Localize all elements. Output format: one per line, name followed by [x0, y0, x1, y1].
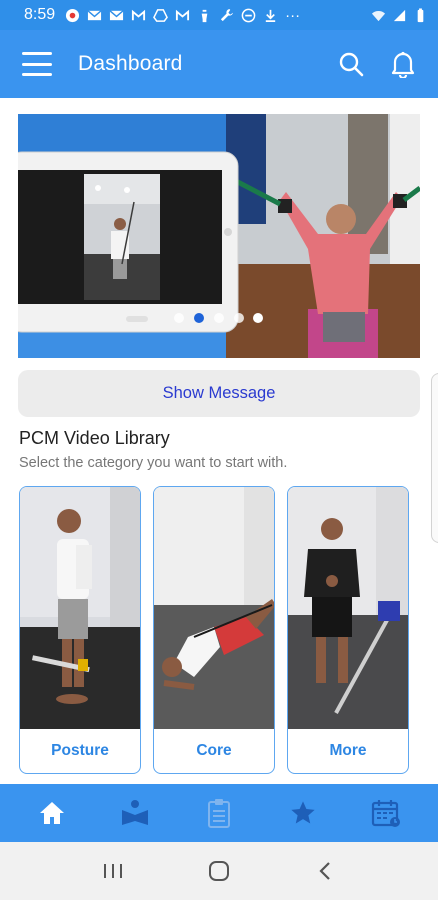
app-notification-icon	[66, 8, 80, 22]
category-label: Posture	[51, 742, 109, 759]
wrench-icon	[221, 8, 234, 21]
category-card-core[interactable]: Core	[153, 486, 275, 774]
nav-favorites[interactable]	[273, 788, 333, 838]
more-photo	[288, 487, 408, 729]
search-icon[interactable]	[338, 51, 364, 77]
category-card-posture[interactable]: Posture	[19, 486, 141, 774]
home-circle-icon	[209, 861, 229, 881]
chess-icon	[201, 9, 208, 22]
battery-icon	[417, 7, 424, 22]
reading-icon	[122, 800, 149, 825]
back-icon	[319, 862, 330, 880]
category-card-more[interactable]: More	[287, 486, 409, 774]
category-label: Core	[196, 742, 232, 759]
system-indicators	[371, 7, 428, 23]
gmail-icon	[176, 9, 190, 20]
page-title: Dashboard	[78, 52, 183, 75]
bottom-navigation	[0, 784, 438, 842]
clipboard-icon	[207, 799, 230, 828]
posture-photo	[20, 487, 140, 729]
home-button[interactable]	[199, 851, 239, 891]
nav-home[interactable]	[22, 788, 82, 838]
promo-carousel[interactable]	[18, 114, 420, 358]
signal-icon	[393, 9, 406, 21]
gmail-icon	[132, 9, 146, 20]
nav-schedule[interactable]	[356, 788, 416, 838]
library-title: PCM Video Library	[19, 428, 170, 448]
more-notifications-icon: ···	[285, 6, 301, 24]
status-time: 8:59	[24, 6, 56, 23]
back-button[interactable]	[305, 851, 345, 891]
nav-plans[interactable]	[189, 788, 249, 838]
recents-button[interactable]	[93, 851, 133, 891]
nav-library[interactable]	[105, 788, 165, 838]
drive-icon	[153, 8, 169, 22]
carousel-slide-image	[18, 114, 420, 358]
library-subtitle: Select the category you want to start wi…	[19, 455, 288, 471]
app-header: Dashboard	[0, 30, 438, 98]
star-icon	[290, 801, 315, 824]
mail-icon	[87, 9, 102, 20]
edge-panel-handle[interactable]	[431, 373, 438, 543]
do-not-disturb-icon	[241, 8, 256, 22]
core-photo	[154, 487, 274, 729]
download-icon	[265, 9, 276, 22]
header-actions	[338, 50, 416, 78]
system-navigation-bar	[0, 842, 438, 900]
home-icon	[39, 802, 64, 824]
category-label: More	[329, 742, 367, 759]
recents-icon	[104, 864, 122, 878]
notification-icons: ···	[65, 7, 300, 24]
wifi-icon	[371, 10, 386, 21]
calendar-icon	[372, 800, 401, 827]
menu-icon[interactable]	[22, 52, 52, 76]
mail-icon	[109, 9, 124, 20]
show-message-button[interactable]: Show Message	[18, 370, 420, 417]
status-bar: 8:59 ···	[0, 0, 438, 30]
bell-icon[interactable]	[390, 50, 416, 78]
